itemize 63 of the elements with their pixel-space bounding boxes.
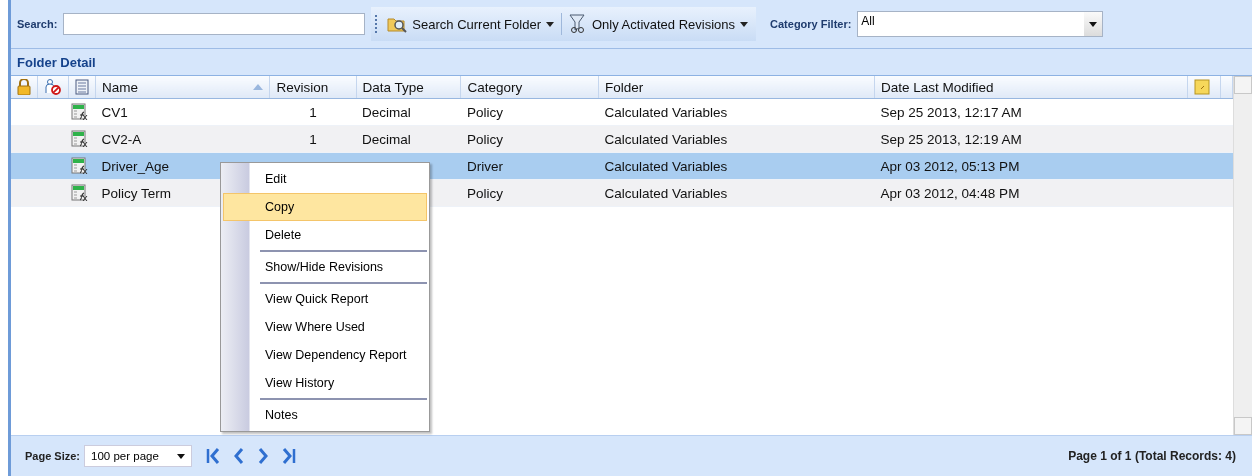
- caret-icon: [740, 21, 749, 27]
- search-field[interactable]: [63, 13, 366, 35]
- table-cell: 1: [309, 104, 317, 120]
- table-cell: Sep 25 2013, 12:17 AM: [880, 104, 1022, 120]
- table-cell: Decimal: [362, 104, 411, 120]
- table-cell: Driver: [466, 158, 503, 174]
- caret-icon: [546, 21, 554, 27]
- column-header[interactable]: Date Last Modified: [874, 76, 1188, 99]
- panel-title: Folder Detail: [17, 54, 96, 70]
- table-cell: CV2-A: [101, 131, 142, 147]
- user-blocked-icon: [44, 79, 62, 95]
- calculator-icon: [70, 184, 89, 202]
- table-cell: Decimal: [362, 131, 411, 147]
- page-status: Page 1 of 1 (Total Records: 4): [1068, 449, 1236, 463]
- table-cell: CV1: [101, 104, 128, 120]
- column-header[interactable]: Data Type: [356, 76, 461, 99]
- search-label: Search:: [17, 18, 58, 30]
- lock-icon: [17, 79, 31, 95]
- table-cell: Apr 03 2012, 05:13 PM: [880, 158, 1020, 174]
- menu-item[interactable]: View Where Used: [223, 313, 427, 341]
- table-cell: Apr 03 2012, 04:48 PM: [880, 185, 1020, 201]
- page-size-label: Page Size:: [25, 450, 81, 462]
- last-page-icon[interactable]: [280, 447, 297, 465]
- table-cell: Calculated Variables: [604, 185, 728, 201]
- column-header[interactable]: Category: [460, 76, 599, 99]
- table-row[interactable]: CV1 1 Decimal Policy Calculated Variables Sep 25 2013, 12:17 AM: [11, 98, 1233, 126]
- table-cell: Sep 25 2013, 12:19 AM: [880, 131, 1022, 147]
- table-cell: 1: [309, 131, 317, 147]
- table-cell: Policy: [466, 131, 503, 147]
- search-scope-button[interactable]: Search Current Folder: [383, 13, 558, 35]
- menu-item[interactable]: Notes: [223, 401, 427, 429]
- folder-search-icon: [387, 15, 408, 33]
- page-size-dropdown[interactable]: 100 per page: [84, 445, 193, 467]
- menu-item[interactable]: Copy: [223, 193, 427, 221]
- column-header[interactable]: Folder: [598, 76, 875, 99]
- calculator-icon: [70, 157, 89, 175]
- table-cell: Policy: [466, 104, 503, 120]
- document-icon: [75, 79, 89, 95]
- category-filter-label: Category Filter:: [770, 18, 852, 30]
- filter-icon: [569, 14, 587, 34]
- column-header[interactable]: Name: [95, 76, 270, 99]
- menu-item[interactable]: View History: [223, 369, 427, 397]
- menu-item[interactable]: View Quick Report: [223, 285, 427, 313]
- menu-item[interactable]: Delete: [223, 221, 427, 249]
- table-cell: Policy: [466, 185, 503, 201]
- caret-icon: [177, 453, 186, 459]
- table-cell: Calculated Variables: [604, 131, 728, 147]
- note-icon: [1194, 79, 1211, 95]
- category-filter-dropdown[interactable]: All: [857, 11, 1104, 37]
- next-page-icon[interactable]: [256, 447, 271, 465]
- scrollbar[interactable]: [1233, 76, 1252, 435]
- table-cell: Driver_Age: [101, 158, 170, 174]
- calculator-icon: [70, 103, 89, 121]
- revisions-filter-button[interactable]: Only Activated Revisions: [565, 12, 753, 36]
- table-row[interactable]: CV2-A 1 Decimal Policy Calculated Variables Sep 25 2013, 12:19 AM: [11, 125, 1233, 153]
- menu-item[interactable]: View Dependency Report: [223, 341, 427, 369]
- table-cell: Calculated Variables: [604, 158, 728, 174]
- column-header[interactable]: Revision: [269, 76, 357, 99]
- menu-item[interactable]: Show/Hide Revisions: [223, 253, 427, 281]
- calculator-icon: [70, 130, 89, 148]
- table-cell: Calculated Variables: [604, 104, 728, 120]
- caret-icon: [1089, 21, 1098, 27]
- table-cell: Policy Term: [101, 185, 172, 201]
